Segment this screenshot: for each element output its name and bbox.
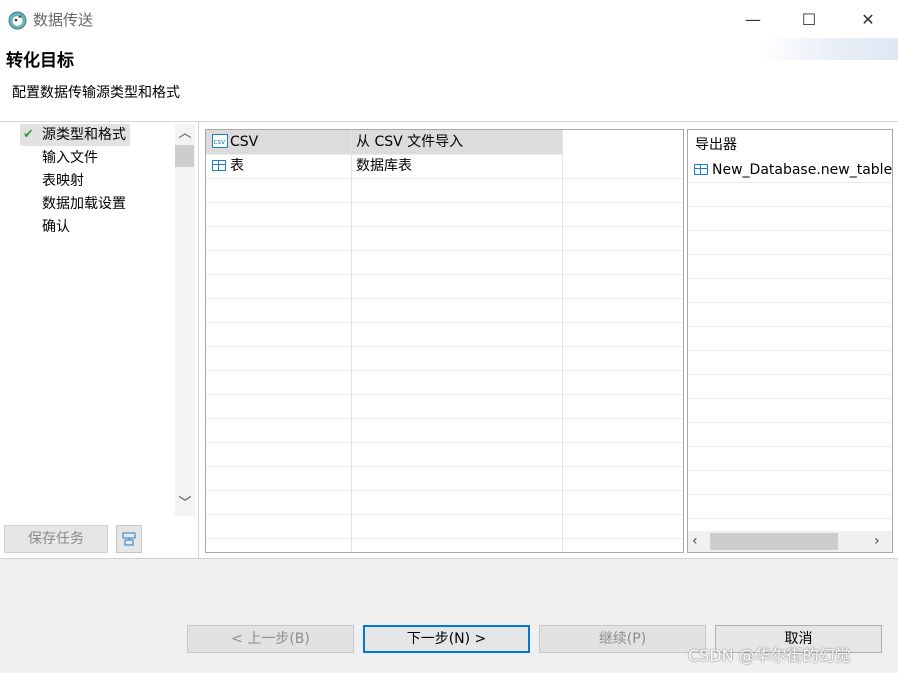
empty-row [206, 298, 683, 323]
empty-row [206, 178, 683, 203]
step-list-scrollbar[interactable] [175, 124, 195, 516]
empty-row [688, 182, 892, 207]
empty-row [688, 494, 892, 519]
check-icon: ✔ [23, 127, 34, 142]
empty-row [688, 326, 892, 351]
target-table-name: New_Database.new_table [712, 162, 893, 178]
step-list: ✔ 源类型和格式 输入文件 表映射 数据加载设置 确认 [0, 122, 174, 516]
next-button[interactable]: 下一步(N) > [363, 625, 530, 653]
chevron-left-icon[interactable]: ‹ [692, 531, 706, 552]
step-label: 确认 [42, 219, 70, 235]
empty-row [206, 394, 683, 419]
source-type-description: 数据库表 [356, 158, 412, 174]
watermark: CSDN @华尔街的幻觉 [688, 646, 851, 665]
step-item-input-files[interactable]: 输入文件 [20, 147, 98, 169]
empty-row [206, 250, 683, 275]
source-type-description: 从 CSV 文件导入 [356, 134, 464, 150]
exporter-horizontal-scrollbar[interactable]: ‹ › [688, 531, 892, 552]
tasks-icon [122, 532, 136, 546]
step-label: 表映射 [42, 173, 84, 189]
empty-row [688, 302, 892, 327]
table-icon [212, 160, 226, 171]
empty-row [206, 274, 683, 299]
step-item-source-type[interactable]: ✔ 源类型和格式 [20, 124, 130, 146]
csv-icon: csv [212, 134, 228, 148]
chevron-down-icon[interactable]: ﹀ [175, 494, 195, 514]
empty-row [688, 374, 892, 399]
empty-row [688, 446, 892, 471]
scrollbar-thumb[interactable] [710, 533, 838, 550]
empty-row [206, 346, 683, 371]
close-button[interactable]: ✕ [848, 6, 888, 34]
column-divider [351, 130, 352, 552]
step-item-load-settings[interactable]: 数据加载设置 [20, 193, 126, 215]
header-decoration [760, 38, 898, 60]
step-label: 源类型和格式 [42, 127, 126, 143]
exporter-table[interactable]: 导出器 New_Database.new_table ‹ › [687, 129, 893, 553]
source-type-name: 表 [230, 158, 244, 174]
empty-row [688, 230, 892, 255]
minimize-button[interactable]: — [733, 6, 773, 34]
empty-row [688, 470, 892, 495]
empty-row [206, 370, 683, 395]
window-title: 数据传送 [33, 11, 94, 29]
empty-row [206, 442, 683, 467]
task-options-button[interactable] [116, 525, 142, 553]
table-icon [694, 164, 708, 175]
table-row[interactable]: 表 数据库表 [206, 154, 683, 179]
step-item-confirm[interactable]: 确认 [20, 216, 70, 238]
empty-row [206, 322, 683, 347]
empty-row [206, 226, 683, 251]
proceed-button[interactable]: 继续(P) [539, 625, 706, 653]
step-label: 数据加载设置 [42, 196, 126, 212]
chevron-right-icon[interactable]: › [874, 531, 888, 552]
empty-row [688, 398, 892, 423]
back-button[interactable]: < 上一步(B) [187, 625, 354, 653]
app-icon [8, 11, 27, 30]
empty-row [688, 350, 892, 375]
maximize-button[interactable]: ☐ [789, 6, 829, 34]
empty-row [688, 422, 892, 447]
empty-row [688, 278, 892, 303]
empty-row [206, 418, 683, 443]
empty-row [206, 514, 683, 539]
page-title: 转化目标 [6, 51, 74, 71]
empty-row [206, 466, 683, 491]
exporter-header: 导出器 [695, 137, 737, 153]
empty-row [206, 202, 683, 227]
step-item-table-mapping[interactable]: 表映射 [20, 170, 84, 192]
step-label: 输入文件 [42, 150, 98, 166]
nav-divider [198, 122, 199, 558]
table-row[interactable]: New_Database.new_table [688, 158, 892, 183]
page-subtitle: 配置数据传输源类型和格式 [12, 85, 180, 101]
empty-row [206, 490, 683, 515]
empty-row [688, 254, 892, 279]
scrollbar-thumb[interactable] [175, 145, 194, 167]
table-row[interactable]: csv CSV 从 CSV 文件导入 [206, 130, 562, 155]
save-task-button[interactable]: 保存任务 [4, 525, 108, 553]
source-type-name: CSV [230, 134, 259, 150]
source-type-table[interactable]: csv CSV 从 CSV 文件导入 表 数据库表 [205, 129, 684, 553]
column-divider [562, 130, 563, 552]
chevron-up-icon[interactable]: ︿ [175, 124, 195, 144]
empty-row [688, 206, 892, 231]
svg-text:csv: csv [214, 138, 226, 146]
